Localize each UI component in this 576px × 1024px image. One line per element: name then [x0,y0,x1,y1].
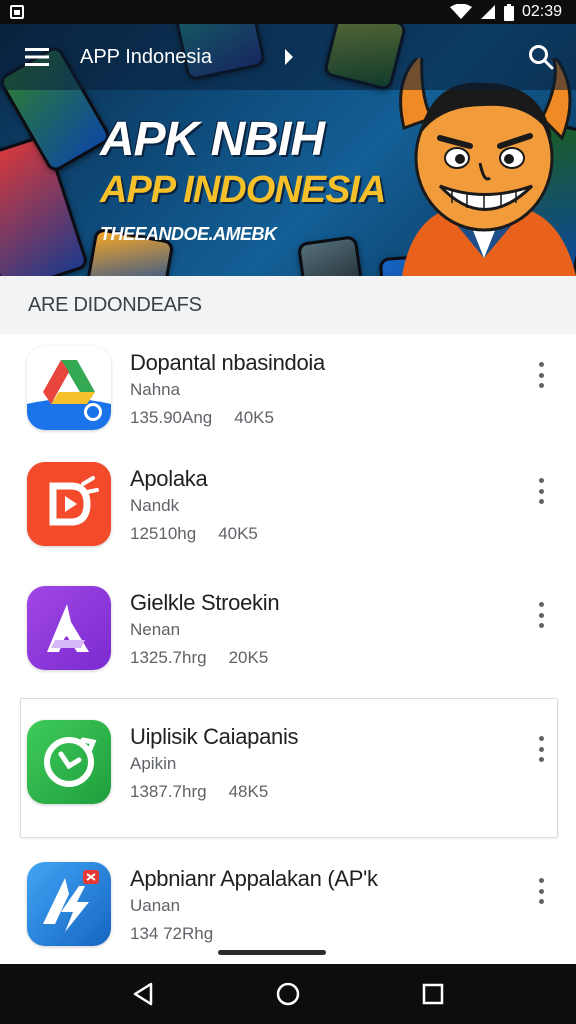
hamburger-menu-icon[interactable] [12,32,62,82]
more-options-icon[interactable] [530,732,552,766]
chevron-right-icon[interactable] [282,47,296,67]
hero-text-block: APK NBIH APP INDONESIA THEEANDOE.AMEBK [100,112,386,245]
app-developer: Apikin [130,754,177,773]
system-nav-bar [0,964,576,1024]
app-downloads: 48K5 [228,782,269,801]
app-name: Uiplisik Caiapanis [130,724,299,749]
more-options-icon[interactable] [530,358,552,392]
app-list-item[interactable]: Apolaka Nandk 12510hg 40K5 [0,450,576,572]
signal-icon [480,5,495,19]
section-title: ARE DIDONDEAFS [0,276,576,334]
notification-icon [10,5,24,19]
app-bar-title: APP Indonesia [80,45,212,68]
back-triangle-icon[interactable] [119,970,167,1018]
wifi-icon [449,4,472,19]
battery-icon [503,3,514,21]
a-letter-icon [27,586,111,670]
app-size: 134 72Rhg [130,924,214,943]
hero-subheadline: APP INDONESIA [100,169,386,211]
drive-style-icon [27,346,111,430]
app-size: 135.90Ang [130,408,213,427]
recents-square-icon[interactable] [409,970,457,1018]
more-options-icon[interactable] [530,874,552,908]
app-name: Apbnianr Appalakan (AP'k [130,866,378,891]
app-name: Dopantal nbasindoia [130,350,325,375]
refresh-phone-icon [27,720,111,804]
hero-tagline: THEEANDOE.AMEBK [100,224,277,244]
app-downloads: 20K5 [228,648,269,667]
app-developer: Nenan [130,620,181,639]
app-developer: Nandk [130,496,180,515]
app-list-item[interactable]: Dopantal nbasindoia Nahna 135.90Ang 40K5 [0,334,576,456]
hero-banner: APP Indonesia APK NBIH APP INDONESIA THE… [0,24,576,276]
app-list-item[interactable]: Gielkle Stroekin Nenan 1325.7hrg 20K5 [0,574,576,696]
app-name: Apolaka [130,466,208,491]
home-circle-icon[interactable] [264,970,312,1018]
play-d-icon [27,462,111,546]
app-downloads: 40K5 [218,524,258,543]
a-bolt-icon [27,862,111,946]
mascot-illustration [399,58,576,276]
app-size: 1325.7hrg [130,648,207,667]
scroll-indicator[interactable] [218,950,326,955]
status-time: 02:39 [521,3,562,20]
more-options-icon[interactable] [530,474,552,508]
more-options-icon[interactable] [530,598,552,632]
hero-headline: APK NBIH [100,113,325,166]
app-size: 1387.7hrg [130,782,207,801]
status-bar: 02:39 [0,0,576,24]
search-icon[interactable] [518,34,564,80]
app-downloads: 40K5 [234,408,274,427]
app-list-item[interactable]: Uiplisik Caiapanis Apikin 1387.7hrg 48K5 [0,698,576,838]
app-developer: Nahna [130,380,181,399]
app-size: 12510hg [130,524,197,543]
app-name: Gielkle Stroekin [130,590,280,615]
app-developer: Uanan [130,896,181,915]
app-bar: APP Indonesia [0,24,576,90]
